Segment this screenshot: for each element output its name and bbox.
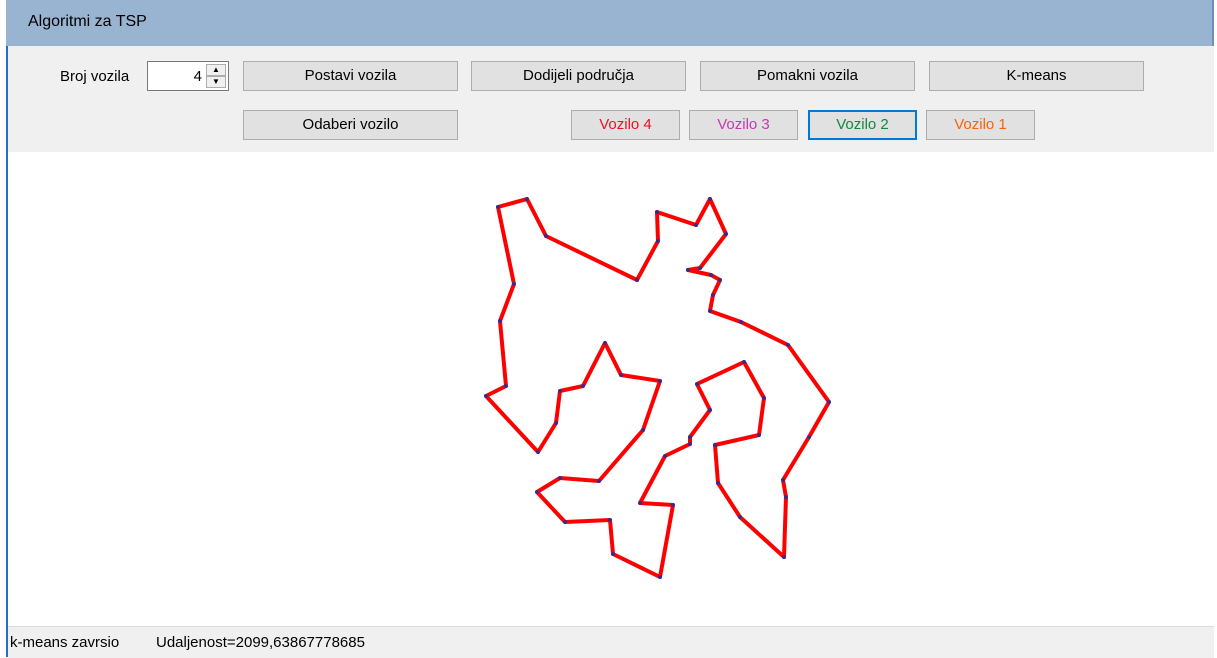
window-title: Algoritmi za TSP (28, 13, 147, 30)
route-point (611, 552, 615, 556)
route-point (718, 278, 722, 282)
route-point (658, 575, 662, 579)
route-point (619, 373, 623, 377)
kmeans-button[interactable]: K-means (929, 61, 1144, 91)
route-point (525, 197, 529, 201)
move-vehicles-button[interactable]: Pomakni vozila (700, 61, 915, 91)
route-point (536, 450, 540, 454)
route-point (608, 518, 612, 522)
route-point (827, 400, 831, 404)
vehicle-2-button[interactable]: Vozilo 2 (808, 110, 917, 140)
route-point (688, 442, 692, 446)
route-point (757, 433, 761, 437)
spin-up-icon[interactable]: ▲ (206, 64, 226, 76)
title-bar[interactable]: Algoritmi za TSP (6, 0, 1214, 46)
route-point (807, 435, 811, 439)
vehicle-4-button[interactable]: Vozilo 4 (571, 110, 680, 140)
route-point (597, 479, 601, 483)
route-point (558, 476, 562, 480)
route-point (724, 232, 728, 236)
route-point (563, 520, 567, 524)
route-point (635, 278, 639, 282)
route-point (603, 341, 607, 345)
route-point (504, 384, 508, 388)
route-point (535, 490, 539, 494)
route-point (698, 266, 702, 270)
route-canvas[interactable] (8, 152, 1214, 626)
route-point (671, 503, 675, 507)
route-point (784, 495, 788, 499)
route-point (658, 379, 662, 383)
route-point (581, 384, 585, 388)
vehicle-1-button[interactable]: Vozilo 1 (926, 110, 1035, 140)
route-point (782, 555, 786, 559)
vehicles-count-label: Broj vozila (60, 68, 130, 85)
route-drawing (484, 197, 831, 579)
route-point (498, 319, 502, 323)
vehicles-count-stepper[interactable]: 4 ▲ ▼ (147, 61, 229, 91)
route-point (708, 197, 712, 201)
route-point (558, 389, 562, 393)
route-point (695, 382, 699, 386)
spin-down-icon[interactable]: ▼ (206, 76, 226, 88)
route-point (762, 396, 766, 400)
route-point (496, 205, 500, 209)
route-point (554, 421, 558, 425)
set-vehicles-button[interactable]: Postavi vozila (243, 61, 458, 91)
route-point (739, 320, 743, 324)
route-point (641, 428, 645, 432)
route-point (694, 223, 698, 227)
route-point (656, 239, 660, 243)
route-point (708, 309, 712, 313)
route-point (688, 435, 692, 439)
status-message: k-means zavrsio (10, 634, 120, 651)
route-point (786, 343, 790, 347)
route-point (638, 501, 642, 505)
route-point (484, 394, 488, 398)
route-point (742, 360, 746, 364)
vehicle-route-line (484, 197, 831, 579)
status-bar: k-means zavrsio Udaljenost=2099,63867778… (8, 626, 1214, 658)
route-point (686, 268, 690, 272)
select-vehicle-button[interactable]: Odaberi vozilo (243, 110, 458, 140)
route-point (716, 481, 720, 485)
route-point (738, 515, 742, 519)
route-point (708, 408, 712, 412)
route-point (544, 234, 548, 238)
route-point (709, 273, 713, 277)
route-point (512, 282, 516, 286)
route-point (655, 210, 659, 214)
status-distance: Udaljenost=2099,63867778685 (156, 634, 365, 651)
route-point (663, 454, 667, 458)
vehicle-3-button[interactable]: Vozilo 3 (689, 110, 798, 140)
vehicles-count-value[interactable]: 4 (194, 68, 202, 85)
route-point (713, 443, 717, 447)
assign-areas-button[interactable]: Dodijeli područja (471, 61, 686, 91)
route-point (711, 293, 715, 297)
route-point (781, 478, 785, 482)
